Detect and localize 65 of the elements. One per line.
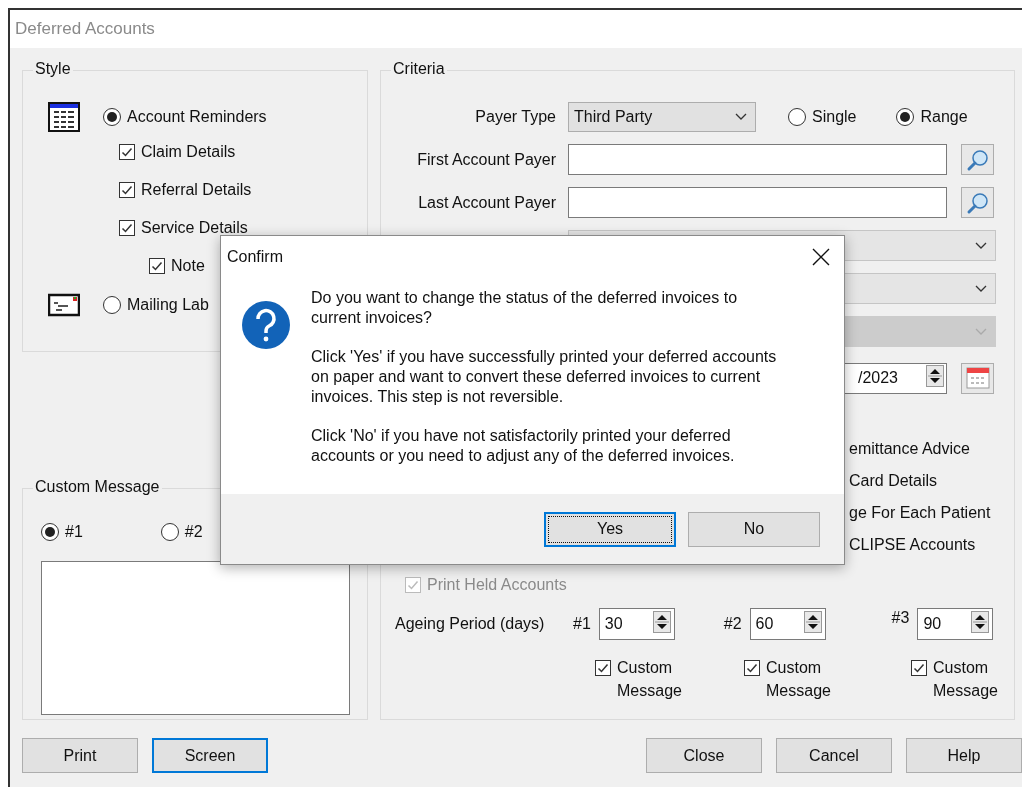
radio-button[interactable]: #1 (41, 523, 83, 541)
message-field[interactable] (41, 561, 350, 715)
checkbox[interactable]: Service Details (119, 219, 248, 237)
checkmark-icon (151, 260, 163, 272)
period-label: #3 (891, 608, 910, 627)
dialog-title: Confirm (227, 248, 283, 266)
payer-type-dropdown[interactable]: Third Party (568, 101, 756, 132)
field-label: Last Account Payer (417, 193, 556, 212)
group-title: Custom Message (33, 478, 162, 496)
chevron-down-icon (975, 327, 987, 336)
option-label: Card Details (849, 471, 939, 491)
field-label: Ageing Period (days) (395, 614, 546, 633)
close-button[interactable] (810, 246, 832, 268)
action-button[interactable]: Close (646, 738, 762, 773)
checkmark-icon (121, 146, 133, 158)
checkmark-icon (597, 662, 609, 674)
envelope-icon (48, 293, 80, 317)
number-field[interactable]: 60 (749, 607, 826, 640)
field-label: First Account Payer (416, 150, 556, 169)
checkbox[interactable]: Claim Details (119, 143, 236, 161)
dialog-message: Do you want to change the status of the deferred invoices to current invoices? (311, 288, 739, 328)
action-button[interactable]: Help (906, 738, 1022, 773)
checkmark-icon (121, 184, 133, 196)
radio-button[interactable]: #2 (160, 523, 203, 541)
checkbox[interactable]: Custom Message (911, 656, 1011, 702)
dialog-message: Click 'No' if you have not satisfactorily printed your deferred accounts or you need to adjust any of the deferred invoices. (311, 426, 736, 466)
chevron-down-icon (975, 241, 987, 250)
dialog-message: Click 'Yes' if you have successfully printed your deferred accounts on paper and want to convert these deferred invoices to current invoices. This step is not reversible. (311, 347, 778, 407)
period-label: #1 (573, 614, 591, 633)
radio-button[interactable]: Single (788, 107, 857, 126)
question-icon (241, 300, 291, 350)
search-button[interactable] (961, 144, 994, 175)
dialog-button[interactable]: Yes (544, 511, 676, 547)
action-button[interactable]: Screen (152, 738, 268, 773)
checkmark-icon (913, 662, 925, 674)
chevron-down-icon (975, 284, 987, 293)
dialog-button[interactable]: No (688, 511, 820, 547)
window-title: Deferred Accounts (15, 19, 155, 39)
group-title: Style (33, 60, 73, 78)
search-button[interactable] (961, 187, 994, 218)
radio-button[interactable]: Mailing Lab (103, 296, 209, 314)
close-icon (812, 248, 830, 266)
option-label: emittance Advice (849, 439, 971, 459)
field-label: Payer Type (474, 107, 556, 126)
table-icon (48, 102, 80, 132)
checkbox[interactable]: Custom Message (595, 656, 695, 702)
number-field[interactable]: 30 (598, 607, 675, 640)
checkmark-icon (746, 662, 758, 674)
radio-button[interactable]: Range (896, 107, 968, 126)
calendar-button[interactable] (961, 362, 994, 394)
number-field[interactable]: 90 (917, 607, 994, 640)
checkbox[interactable]: Custom Message (744, 656, 844, 702)
checkmark-icon (407, 579, 419, 591)
chevron-down-icon (735, 112, 747, 121)
checkbox[interactable]: Referral Details (119, 181, 252, 199)
radio-button[interactable]: Account Reminders (103, 108, 267, 126)
action-button[interactable]: Cancel (776, 738, 892, 773)
period-label: #2 (723, 614, 742, 633)
input-field[interactable] (568, 144, 947, 175)
action-button[interactable]: Print (22, 738, 138, 773)
checkmark-icon (121, 222, 133, 234)
checkbox[interactable]: Note (149, 257, 205, 275)
option-label: CLIPSE Accounts (849, 535, 977, 555)
option-label: ge For Each Patient (849, 503, 992, 523)
input-field[interactable] (568, 187, 947, 218)
